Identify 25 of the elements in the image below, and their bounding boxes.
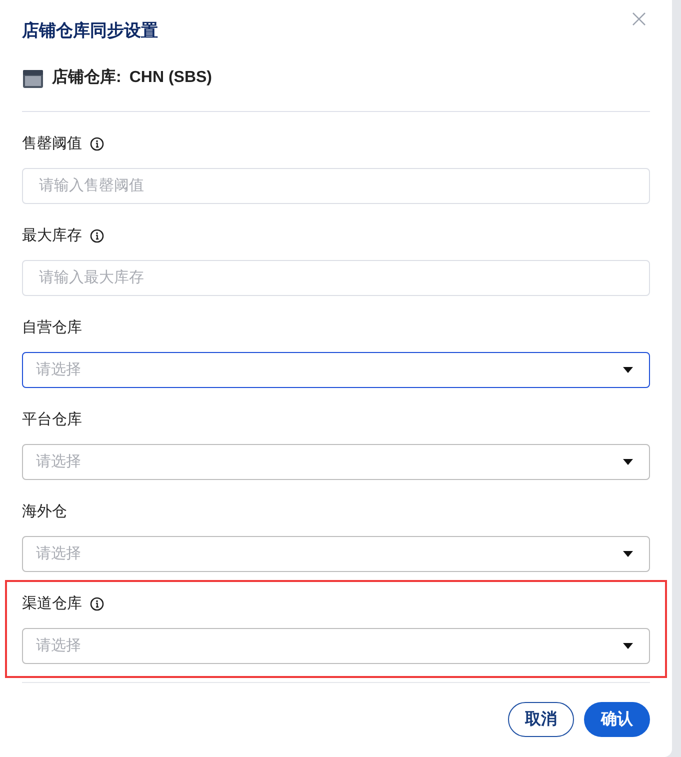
store-value: CHN (SBS) (129, 68, 212, 88)
select-field[interactable]: 请选择 (22, 352, 650, 388)
field-label: 最大库存 (22, 226, 82, 246)
field-label: 海外仓 (22, 502, 67, 522)
caret-icon (623, 367, 633, 373)
field-label: 售罄阈值 (22, 134, 82, 154)
info-icon[interactable] (90, 229, 104, 243)
input-field[interactable]: 请输入最大库存 (22, 260, 650, 296)
info-icon[interactable] (90, 137, 104, 151)
dialog-title: 店铺仓库同步设置 (22, 20, 158, 42)
select-field[interactable]: 请选择 (22, 628, 650, 664)
field-label: 自营仓库 (22, 318, 82, 338)
store-icon (22, 67, 44, 89)
caret-icon (623, 643, 633, 649)
cancel-button[interactable]: 取消 (508, 702, 574, 737)
field-label: 平台仓库 (22, 410, 82, 430)
select-field[interactable]: 请选择 (22, 536, 650, 572)
caret-icon (623, 459, 633, 465)
store-label: 店铺仓库: (52, 67, 122, 88)
input-field[interactable]: 请输入售罄阈值 (22, 168, 650, 204)
confirm-button[interactable]: 确认 (584, 702, 650, 737)
info-icon[interactable] (90, 597, 104, 611)
caret-icon (623, 551, 633, 557)
select-field[interactable]: 请选择 (22, 444, 650, 480)
field-label: 渠道仓库 (22, 594, 82, 614)
